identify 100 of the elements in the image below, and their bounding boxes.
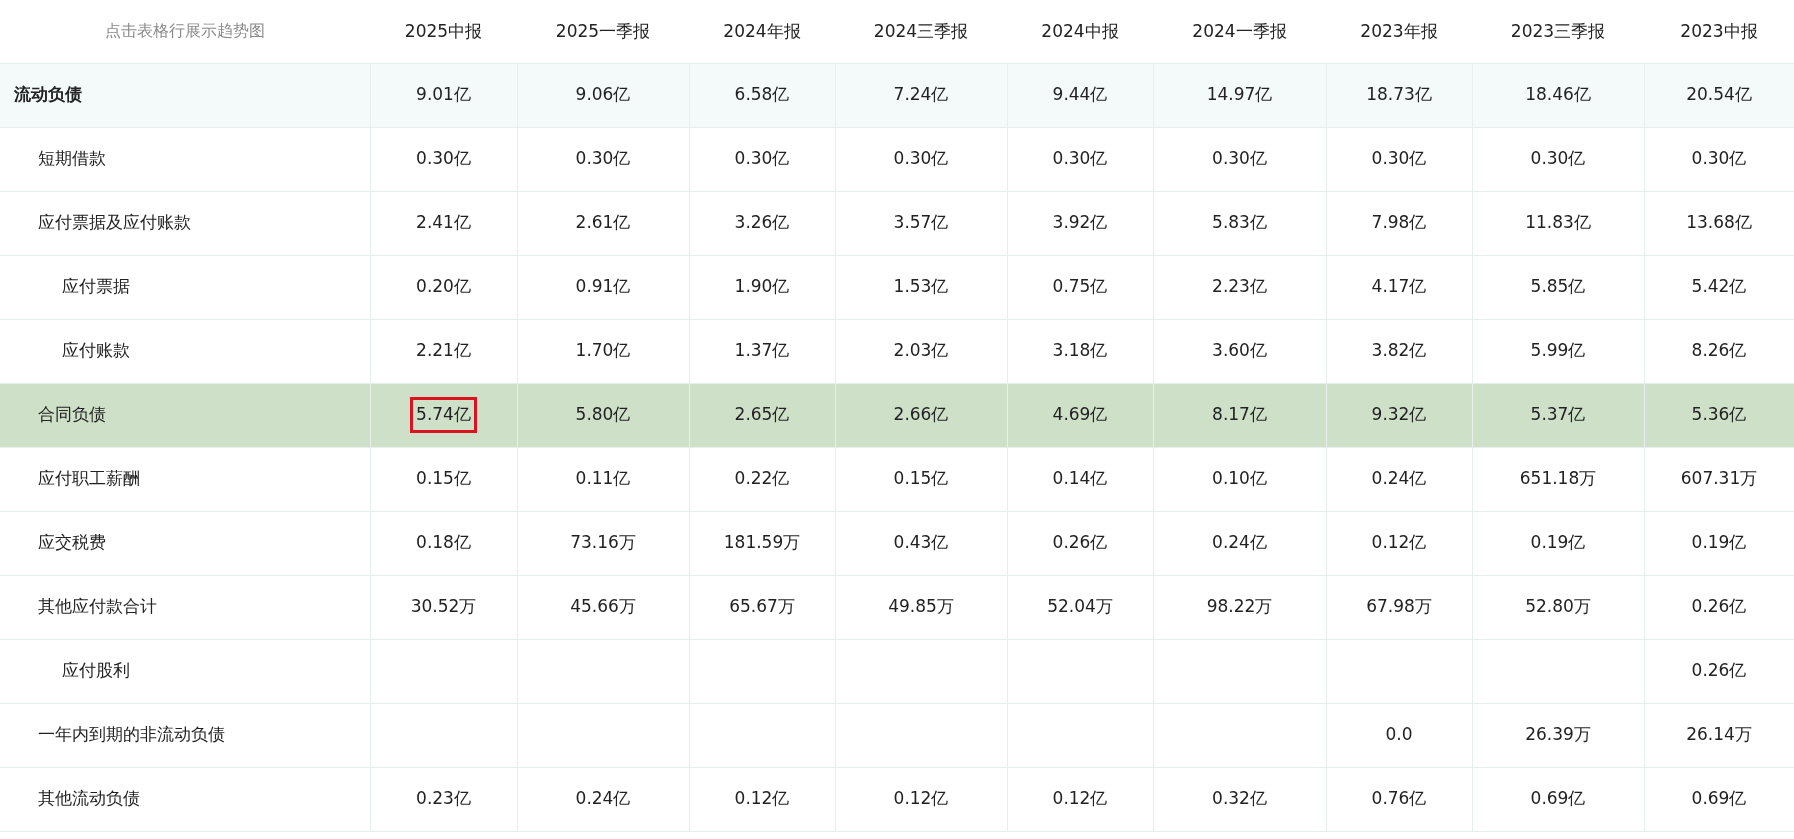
- table-cell: 0.32亿: [1153, 767, 1326, 831]
- table-cell: 0.23亿: [370, 767, 517, 831]
- table-cell: 26.39万: [1472, 703, 1644, 767]
- table-cell: 2.61亿: [517, 191, 689, 255]
- table-cell: 52.80万: [1472, 575, 1644, 639]
- table-cell: 0.24亿: [1326, 447, 1472, 511]
- table-cell: 2.23亿: [1153, 255, 1326, 319]
- table-cell: 0.30亿: [370, 127, 517, 191]
- table-cell: 5.80亿: [517, 383, 689, 447]
- table-cell: 2.21亿: [370, 319, 517, 383]
- table-cell: 5.37亿: [1472, 383, 1644, 447]
- row-label[interactable]: 应付职工薪酬: [0, 447, 370, 511]
- table-cell: 0.24亿: [517, 767, 689, 831]
- row-label[interactable]: 短期借款: [0, 127, 370, 191]
- table-cell: 0.75亿: [1007, 255, 1153, 319]
- table-cell: 45.66万: [517, 575, 689, 639]
- row-label[interactable]: 应交税费: [0, 511, 370, 575]
- table-cell: 3.26亿: [689, 191, 835, 255]
- table-cell: 73.16万: [517, 511, 689, 575]
- table-cell: 49.85万: [835, 575, 1007, 639]
- table-cell: 2.66亿: [835, 383, 1007, 447]
- table-cell: 0.24亿: [1153, 511, 1326, 575]
- table-cell: 52.04万: [1007, 575, 1153, 639]
- row-label[interactable]: 应付票据及应付账款: [0, 191, 370, 255]
- table-cell: 0.30亿: [1326, 127, 1472, 191]
- table-cell: 3.60亿: [1153, 319, 1326, 383]
- table-cell: 0.12亿: [689, 767, 835, 831]
- table-cell: 3.18亿: [1007, 319, 1153, 383]
- table-cell: 65.67万: [689, 575, 835, 639]
- table-cell: 7.24亿: [835, 63, 1007, 127]
- table-cell: 11.83亿: [1472, 191, 1644, 255]
- table-cell: 0.30亿: [517, 127, 689, 191]
- column-header: 2023中报: [1644, 0, 1794, 63]
- table-cell: 0.30亿: [689, 127, 835, 191]
- table-cell: 3.92亿: [1007, 191, 1153, 255]
- row-label[interactable]: 其他应付款合计: [0, 575, 370, 639]
- table-cell: 0.20亿: [370, 255, 517, 319]
- table-cell: 5.85亿: [1472, 255, 1644, 319]
- table-cell: 5.36亿: [1644, 383, 1794, 447]
- table-cell: 0.19亿: [1472, 511, 1644, 575]
- column-header: 2024年报: [689, 0, 835, 63]
- table-cell: 0.15亿: [370, 447, 517, 511]
- table-cell: 0.30亿: [1472, 127, 1644, 191]
- table-cell: 1.37亿: [689, 319, 835, 383]
- table-cell: 9.06亿: [517, 63, 689, 127]
- table-cell: 5.83亿: [1153, 191, 1326, 255]
- table-cell: 2.65亿: [689, 383, 835, 447]
- row-label[interactable]: 应付股利: [0, 639, 370, 703]
- column-header: 2023年报: [1326, 0, 1472, 63]
- table-cell: 67.98万: [1326, 575, 1472, 639]
- column-header: 2023三季报: [1472, 0, 1644, 63]
- table-cell: 0.0: [1326, 703, 1472, 767]
- table-cell: 0.22亿: [689, 447, 835, 511]
- row-label[interactable]: 合同负债: [0, 383, 370, 447]
- table-cell: 651.18万: [1472, 447, 1644, 511]
- table-cell: 0.12亿: [1007, 767, 1153, 831]
- table-cell: 2.03亿: [835, 319, 1007, 383]
- highlight-frame: 5.74亿: [410, 397, 477, 433]
- row-label[interactable]: 应付票据: [0, 255, 370, 319]
- table-cell: 9.32亿: [1326, 383, 1472, 447]
- table-cell: 1.90亿: [689, 255, 835, 319]
- table-cell: 9.01亿: [370, 63, 517, 127]
- table-cell: 20.54亿: [1644, 63, 1794, 127]
- table-cell: 0.10亿: [1153, 447, 1326, 511]
- table-cell: 0.69亿: [1472, 767, 1644, 831]
- row-label[interactable]: 一年内到期的非流动负债: [0, 703, 370, 767]
- table-cell: 0.15亿: [835, 447, 1007, 511]
- table-cell: 30.52万: [370, 575, 517, 639]
- table-cell: 3.82亿: [1326, 319, 1472, 383]
- table-cell: 4.17亿: [1326, 255, 1472, 319]
- table-cell: 0.30亿: [835, 127, 1007, 191]
- table-cell: 0.76亿: [1326, 767, 1472, 831]
- table-cell: 1.70亿: [517, 319, 689, 383]
- table-cell: 9.44亿: [1007, 63, 1153, 127]
- table-cell: 4.69亿: [1007, 383, 1153, 447]
- table-cell: 0.11亿: [517, 447, 689, 511]
- table-cell: 0.12亿: [835, 767, 1007, 831]
- table-caption: 点击表格行展示趋势图: [0, 0, 370, 63]
- column-header: 2025一季报: [517, 0, 689, 63]
- column-header: 2024中报: [1007, 0, 1153, 63]
- column-header: 2025中报: [370, 0, 517, 63]
- row-label[interactable]: 流动负债: [0, 63, 370, 127]
- table-cell: 0.91亿: [517, 255, 689, 319]
- row-label[interactable]: 应付账款: [0, 319, 370, 383]
- table-cell: 18.73亿: [1326, 63, 1472, 127]
- table-cell: 2.41亿: [370, 191, 517, 255]
- table-cell: 18.46亿: [1472, 63, 1644, 127]
- column-header: 2024三季报: [835, 0, 1007, 63]
- table-cell: 14.97亿: [1153, 63, 1326, 127]
- row-label[interactable]: 其他流动负债: [0, 767, 370, 831]
- table-cell: 0.43亿: [835, 511, 1007, 575]
- table-cell: 181.59万: [689, 511, 835, 575]
- table-cell: 1.53亿: [835, 255, 1007, 319]
- table-cell: 0.14亿: [1007, 447, 1153, 511]
- table-cell: 6.58亿: [689, 63, 835, 127]
- table-cell: 0.30亿: [1153, 127, 1326, 191]
- table-cell: 7.98亿: [1326, 191, 1472, 255]
- table-cell: 0.30亿: [1007, 127, 1153, 191]
- table-cell: 0.18亿: [370, 511, 517, 575]
- table-cell: 98.22万: [1153, 575, 1326, 639]
